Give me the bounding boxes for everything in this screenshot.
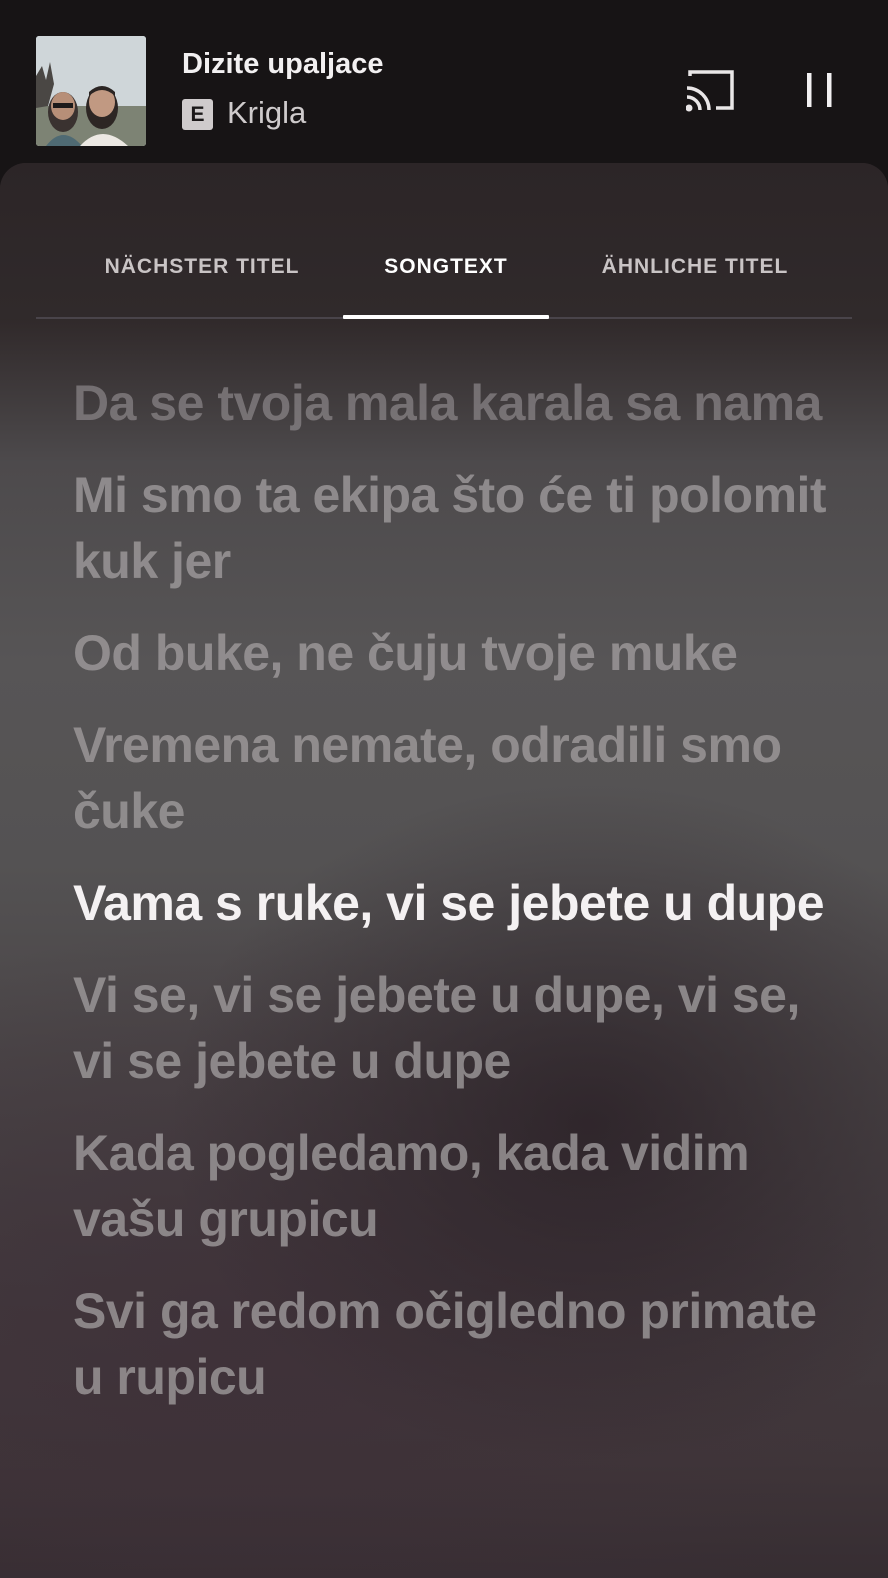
tab-lyrics[interactable]: SONGTEXT [343, 255, 549, 279]
active-tab-indicator [343, 315, 549, 319]
explicit-badge: E [182, 99, 213, 130]
tab-related[interactable]: ÄHNLICHE TITEL [560, 255, 830, 279]
lyric-line: Kada pogledamo, kada vidim vašu grupicu [73, 1125, 750, 1247]
lyric-line: Vi se, vi se jebete u dupe, vi se, vi se… [73, 967, 800, 1089]
music-player-app: Dizite upaljace E Krigla NÄCHSTER TITEL … [0, 0, 888, 1578]
lyric-line: Svi ga redom očigledno primate u rupicu [73, 1283, 817, 1405]
song-title[interactable]: Dizite upaljace [182, 48, 383, 81]
artist-name[interactable]: Krigla [227, 95, 306, 131]
album-art [36, 36, 146, 146]
lyric-line: Vremena nemate, odradili smo čuke [73, 717, 782, 839]
lyric-line: Da se tvoja mala karala sa nama [73, 375, 822, 431]
pause-button[interactable] [804, 70, 836, 110]
player-sheet: NÄCHSTER TITEL SONGTEXT ÄHNLICHE TITEL D… [0, 163, 888, 1578]
tabs-bar: NÄCHSTER TITEL SONGTEXT ÄHNLICHE TITEL [0, 163, 888, 319]
lyrics-list[interactable]: Da se tvoja mala karala sa nama Mi smo t… [73, 370, 833, 1436]
cast-button[interactable] [685, 70, 736, 114]
lyric-line: Od buke, ne čuju tvoje muke [73, 625, 738, 681]
cast-icon [685, 70, 734, 112]
tab-up-next[interactable]: NÄCHSTER TITEL [60, 255, 344, 279]
pause-icon [807, 73, 832, 107]
mini-player[interactable]: Dizite upaljace E Krigla [0, 0, 888, 166]
lyric-line: Mi smo ta ekipa što će ti polomit kuk je… [73, 467, 827, 589]
current-lyric-line: Vama s ruke, vi se jebete u dupe [73, 875, 825, 931]
